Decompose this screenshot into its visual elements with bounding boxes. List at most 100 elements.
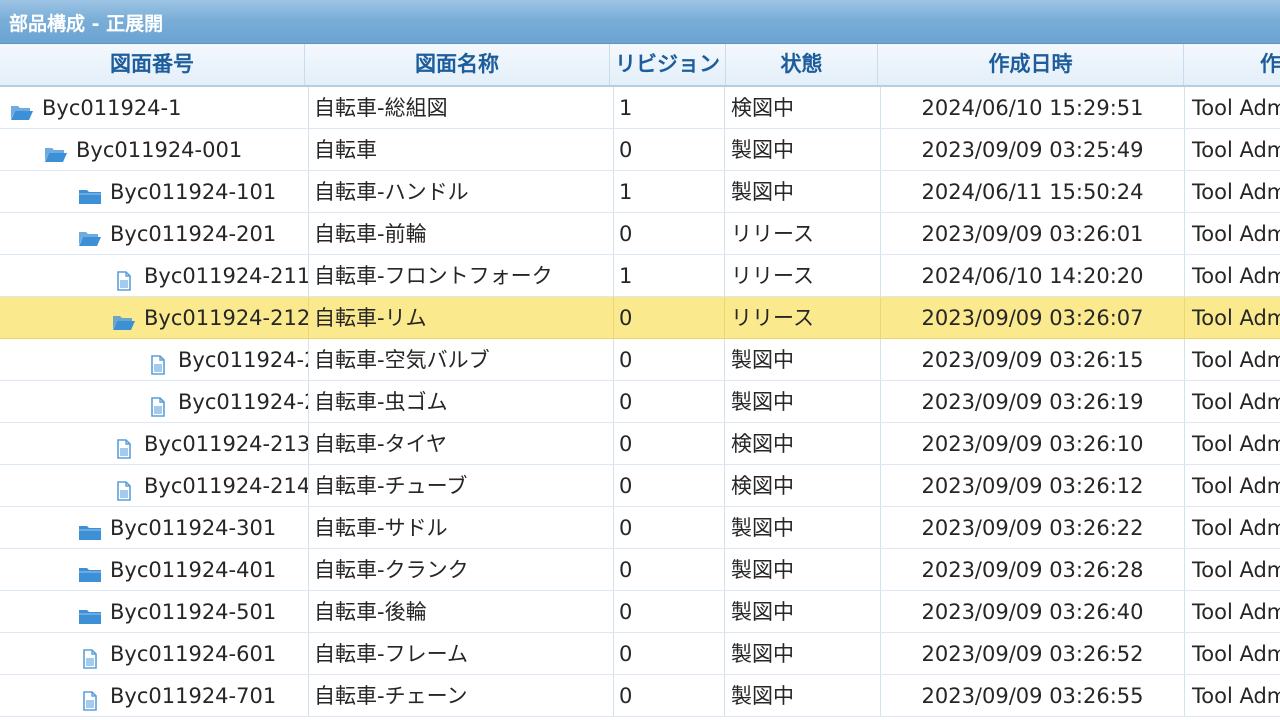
cell-drawing-name: 自転車-チェーン bbox=[309, 675, 614, 716]
cell-created-at: 2023/09/09 03:26:15 bbox=[881, 339, 1185, 380]
drawing-no-label: Byc011924-501 bbox=[110, 600, 277, 624]
cell-author: Tool Admin bbox=[1192, 348, 1280, 372]
cell-drawing-no[interactable]: Byc011924-211 bbox=[0, 255, 309, 296]
cell-drawing-no[interactable]: Byc011924-212 bbox=[0, 297, 309, 338]
folder-open-icon[interactable] bbox=[44, 137, 68, 162]
table-row[interactable]: Byc011924-601 自転車-フレーム 0 製図中 2023/09/09 03:2… bbox=[0, 633, 1280, 675]
folder-open-icon[interactable] bbox=[78, 221, 102, 246]
document-icon bbox=[78, 683, 102, 711]
cell-drawing-no[interactable]: Byc011924-213 bbox=[0, 423, 309, 464]
table-row[interactable]: Byc011924-214 自転車-チューブ 0 検図中 2023/09/09 03:2… bbox=[0, 465, 1280, 507]
cell-revision: 0 bbox=[614, 633, 725, 674]
cell-drawing-name: 自転車-前輪 bbox=[309, 213, 614, 254]
table-row[interactable]: Byc011924-2121自転車-空気バルブ0製図中2023/09/09 03… bbox=[0, 339, 1280, 381]
table-row[interactable]: Byc011924-2122自転車-虫ゴム0製図中2023/09/09 03:2… bbox=[0, 381, 1280, 423]
column-header-revision[interactable]: リビジョン bbox=[610, 44, 726, 85]
cell-drawing-name: 自転車-タイヤ bbox=[309, 423, 614, 464]
cell-status: 検図中 bbox=[725, 87, 881, 128]
cell-author: Tool Admin bbox=[1192, 558, 1280, 582]
cell-drawing-no[interactable]: Byc011924-301 bbox=[0, 507, 309, 548]
cell-status: リリース bbox=[725, 297, 881, 338]
cell-drawing-name: 自転車-総組図 bbox=[309, 87, 614, 128]
cell-status: 製図中 bbox=[725, 339, 881, 380]
cell-drawing-name: 自転車-後輪 bbox=[309, 591, 614, 632]
folder-open-icon[interactable] bbox=[10, 95, 34, 120]
table-row[interactable]: Byc011924-301 自転車-サドル 0 製図中 2023/09/09 03:26… bbox=[0, 507, 1280, 549]
document-icon bbox=[146, 389, 170, 417]
column-header-drawing-name[interactable]: 図面名称 bbox=[305, 44, 610, 85]
folder-closed-icon[interactable] bbox=[78, 179, 102, 204]
cell-status: リリース bbox=[725, 255, 881, 296]
table-row[interactable]: Byc011924-213 自転車-タイヤ 0 検図中 2023/09/09 03:26… bbox=[0, 423, 1280, 465]
cell-revision: 0 bbox=[614, 423, 725, 464]
cell-revision: 1 bbox=[614, 255, 725, 296]
cell-drawing-no[interactable]: Byc011924-101 bbox=[0, 171, 309, 212]
folder-open-icon[interactable] bbox=[112, 305, 136, 330]
cell-author: Tool Admin bbox=[1192, 138, 1280, 162]
cell-drawing-name: 自転車-サドル bbox=[309, 507, 614, 548]
cell-drawing-no[interactable]: Byc011924-501 bbox=[0, 591, 309, 632]
cell-drawing-no[interactable]: Byc011924-701 bbox=[0, 675, 309, 716]
cell-drawing-name: 自転車-ハンドル bbox=[309, 171, 614, 212]
cell-revision: 0 bbox=[614, 339, 725, 380]
cell-drawing-name: 自転車-クランク bbox=[309, 549, 614, 590]
cell-created-at: 2023/09/09 03:26:40 bbox=[881, 591, 1185, 632]
column-header-row: 図面番号 図面名称 リビジョン 状態 作成日時 作成者 bbox=[0, 44, 1280, 87]
cell-drawing-no[interactable]: Byc011924-201 bbox=[0, 213, 309, 254]
column-header-status[interactable]: 状態 bbox=[726, 44, 878, 85]
cell-revision: 1 bbox=[614, 87, 725, 128]
folder-closed-icon[interactable] bbox=[78, 557, 102, 582]
cell-author: Tool Admin bbox=[1192, 264, 1280, 288]
table-row[interactable]: Byc011924-701 自転車-チェーン 0 製図中 2023/09/09 03:2… bbox=[0, 675, 1280, 717]
drawing-no-label: Byc011924-701 bbox=[110, 684, 277, 708]
drawing-no-label: Byc011924-001 bbox=[76, 138, 243, 162]
cell-status: 製図中 bbox=[725, 675, 881, 716]
folder-closed-icon[interactable] bbox=[78, 515, 102, 540]
cell-revision: 0 bbox=[614, 549, 725, 590]
table-row[interactable]: Byc011924-201 自転車-前輪 0 リリース 2023/09/09 03:26… bbox=[0, 213, 1280, 255]
cell-revision: 0 bbox=[614, 129, 725, 170]
cell-author: Tool Admin bbox=[1192, 222, 1280, 246]
cell-author: Tool Admin bbox=[1192, 642, 1280, 666]
table-row[interactable]: Byc011924-1 自転車-総組図 1 検図中 2024/06/10 15:29:5… bbox=[0, 87, 1280, 129]
cell-revision: 0 bbox=[614, 465, 725, 506]
bom-tree-window: 部品構成 - 正展開 図面番号 図面名称 リビジョン 状態 作成日時 作成者 B… bbox=[0, 0, 1280, 720]
cell-drawing-no[interactable]: Byc011924-2121 bbox=[0, 339, 309, 380]
cell-drawing-no[interactable]: Byc011924-1 bbox=[0, 87, 309, 128]
table-row[interactable]: Byc011924-212 自転車-リム 0 リリース 2023/09/09 03:26… bbox=[0, 297, 1280, 339]
cell-drawing-no[interactable]: Byc011924-214 bbox=[0, 465, 309, 506]
column-header-drawing-no[interactable]: 図面番号 bbox=[0, 44, 305, 85]
column-header-author[interactable]: 作成者 bbox=[1184, 44, 1280, 85]
cell-drawing-no[interactable]: Byc011924-601 bbox=[0, 633, 309, 674]
drawing-no-label: Byc011924-214 bbox=[144, 474, 309, 498]
drawing-no-label: Byc011924-201 bbox=[110, 222, 277, 246]
cell-author: Tool Admin bbox=[1192, 432, 1280, 456]
window-title: 部品構成 - 正展開 bbox=[9, 13, 164, 35]
cell-drawing-no[interactable]: Byc011924-2122 bbox=[0, 381, 309, 422]
title-bar: 部品構成 - 正展開 bbox=[0, 0, 1280, 44]
cell-author: Tool Admin bbox=[1192, 96, 1280, 120]
table-row[interactable]: Byc011924-101 自転車-ハンドル 1 製図中 2024/06/11 15:5… bbox=[0, 171, 1280, 213]
table-row[interactable]: Byc011924-401 自転車-クランク 0 製図中 2023/09/09 03:2… bbox=[0, 549, 1280, 591]
table-row[interactable]: Byc011924-001 自転車 0 製図中 2023/09/09 03:25:49 T… bbox=[0, 129, 1280, 171]
cell-status: 製図中 bbox=[725, 591, 881, 632]
cell-author: Tool Admin bbox=[1192, 474, 1280, 498]
cell-status: リリース bbox=[725, 213, 881, 254]
drawing-no-label: Byc011924-1 bbox=[42, 96, 182, 120]
cell-drawing-name: 自転車-虫ゴム bbox=[309, 381, 614, 422]
cell-created-at: 2023/09/09 03:26:55 bbox=[881, 675, 1185, 716]
cell-drawing-no[interactable]: Byc011924-001 bbox=[0, 129, 309, 170]
document-icon bbox=[146, 347, 170, 375]
table-row[interactable]: Byc011924-501 自転車-後輪 0 製図中 2023/09/09 03:26:… bbox=[0, 591, 1280, 633]
table-row[interactable]: Byc011924-211 自転車-フロントフォーク 1 リリース 2024/06/10… bbox=[0, 255, 1280, 297]
cell-drawing-name: 自転車-フロントフォーク bbox=[309, 255, 614, 296]
column-header-created-at[interactable]: 作成日時 bbox=[878, 44, 1184, 85]
cell-drawing-name: 自転車 bbox=[309, 129, 614, 170]
cell-drawing-name: 自転車-チューブ bbox=[309, 465, 614, 506]
folder-closed-icon[interactable] bbox=[78, 599, 102, 624]
cell-drawing-no[interactable]: Byc011924-401 bbox=[0, 549, 309, 590]
drawing-no-label: Byc011924-213 bbox=[144, 432, 309, 456]
cell-author: Tool Admin bbox=[1192, 306, 1280, 330]
drawing-no-label: Byc011924-2121 bbox=[178, 348, 308, 372]
cell-created-at: 2023/09/09 03:26:12 bbox=[881, 465, 1185, 506]
